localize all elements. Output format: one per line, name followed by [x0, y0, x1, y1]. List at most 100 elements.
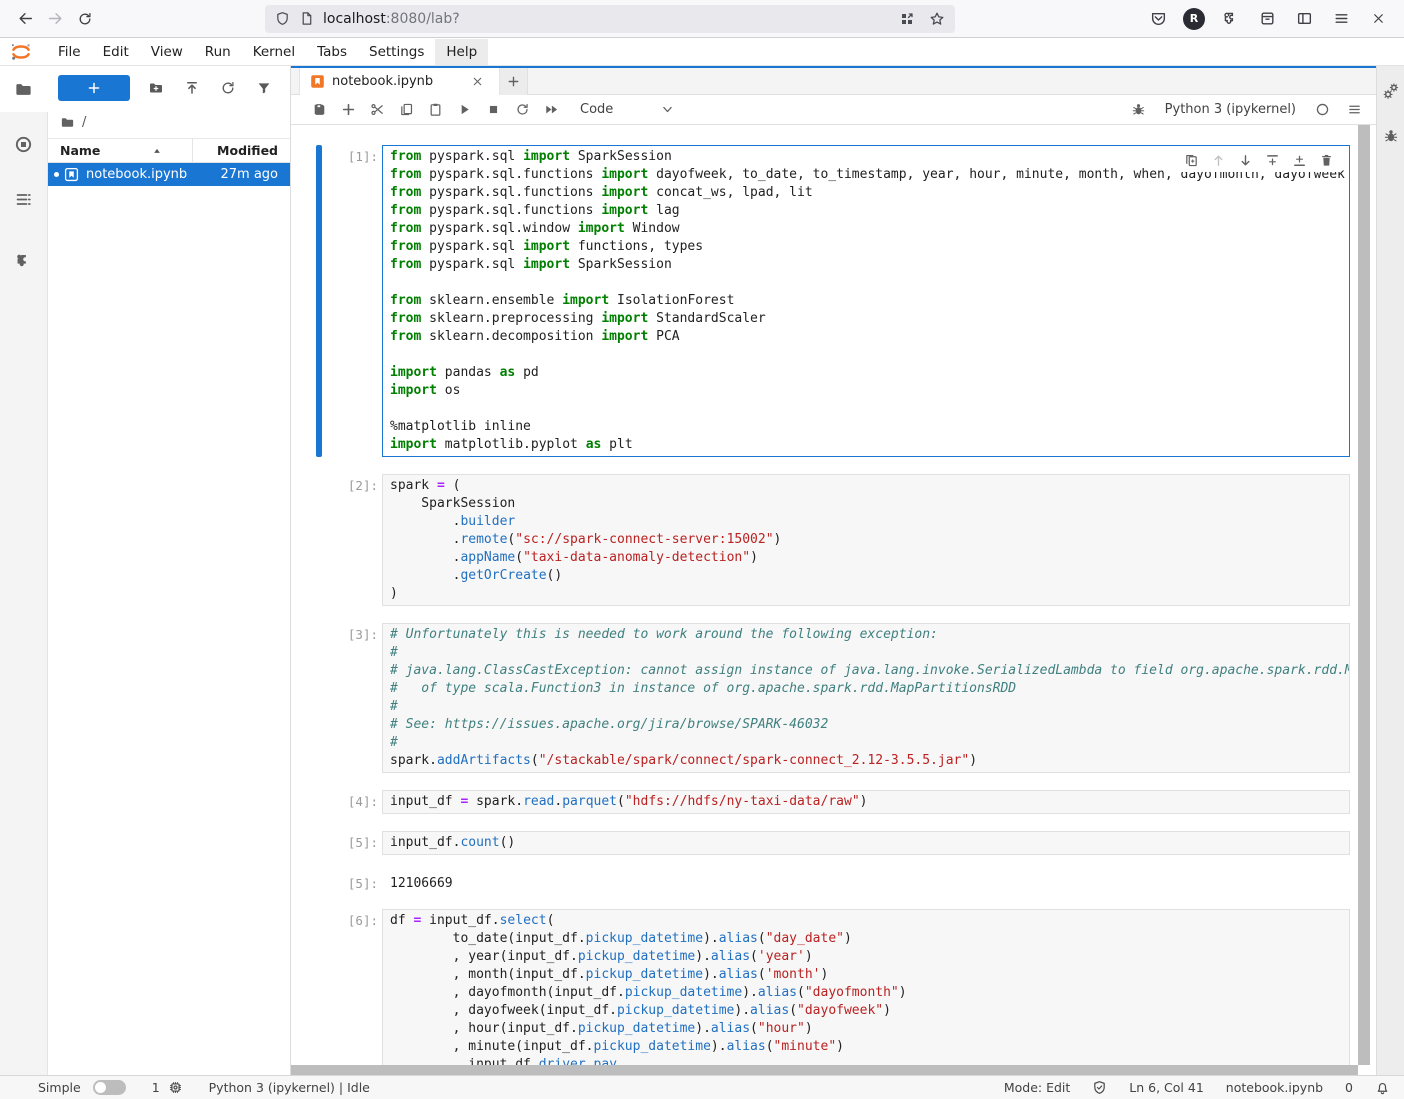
kernel-status-text[interactable]: Python 3 (ipykernel) | Idle	[209, 1080, 370, 1095]
column-modified[interactable]: Modified	[193, 143, 290, 158]
copy-button[interactable]	[392, 97, 421, 123]
cursor-position[interactable]: Ln 6, Col 41	[1129, 1080, 1204, 1095]
cell-editor[interactable]: input_df = spark.read.parquet("hdfs://hd…	[382, 790, 1350, 814]
pocket-icon[interactable]	[1146, 6, 1170, 32]
sidebar-toggle-icon[interactable]	[1292, 6, 1316, 32]
archive-icon[interactable]	[1255, 6, 1279, 32]
mode-indicator[interactable]: Mode: Edit	[1004, 1080, 1070, 1095]
cell-editor[interactable]: # Unfortunately this is needed to work a…	[382, 623, 1350, 773]
menu-edit[interactable]: Edit	[92, 39, 140, 65]
add-icon	[341, 102, 356, 117]
trusted-shield-icon	[1092, 1080, 1107, 1095]
insert-below-icon	[1292, 153, 1307, 168]
cell-type-dropdown[interactable]: Code	[580, 102, 674, 117]
run-button[interactable]	[450, 97, 479, 123]
menubar-items: FileEditViewRunKernelTabsSettingsHelp	[47, 39, 488, 65]
kernel-name[interactable]: Python 3 (ipykernel)	[1165, 102, 1296, 117]
statusbar-filename: notebook.ipynb	[1226, 1080, 1323, 1095]
menu-view[interactable]: View	[140, 39, 194, 65]
new-tab-button[interactable]	[500, 68, 528, 95]
menu-file[interactable]: File	[47, 39, 92, 65]
shield-icon	[275, 11, 290, 26]
duplicate-cell-button[interactable]	[1179, 149, 1203, 171]
menu-tabs[interactable]: Tabs	[306, 39, 358, 65]
notebook-content: [1]:from pyspark.sql import SparkSession…	[291, 125, 1376, 1075]
execution-prompt: [4]:	[322, 790, 382, 814]
save-icon	[312, 102, 327, 117]
move-down-cell-button[interactable]	[1233, 149, 1257, 171]
forward-icon[interactable]	[40, 4, 70, 34]
debugger-tab-icon[interactable]	[1383, 128, 1399, 144]
debugger-button[interactable]	[1127, 97, 1151, 123]
kernel-count[interactable]: 1	[152, 1080, 183, 1095]
sidebar-tab-extensions[interactable]	[0, 237, 48, 283]
restart-button[interactable]	[508, 97, 537, 123]
url-bar[interactable]: localhost:8080/lab?	[265, 5, 955, 33]
menu-kernel[interactable]: Kernel	[242, 39, 306, 65]
run-icon	[457, 102, 472, 117]
page-icon	[299, 11, 314, 26]
run-all-button[interactable]	[537, 97, 566, 123]
reload-icon[interactable]	[70, 4, 100, 34]
cell-editor[interactable]: input_df.count()	[382, 831, 1350, 855]
stop-button[interactable]	[479, 97, 508, 123]
refresh-button[interactable]	[210, 75, 246, 101]
menu-run[interactable]: Run	[194, 39, 242, 65]
tab-close-icon[interactable]	[471, 75, 484, 88]
code-cell-1: [1]:from pyspark.sql import SparkSession…	[291, 145, 1356, 457]
breadcrumb[interactable]: /	[48, 108, 290, 138]
close-window-icon[interactable]	[1366, 6, 1390, 32]
sidebar-tab-toc[interactable]	[0, 176, 48, 222]
toolbar-menu-button[interactable]	[1342, 97, 1366, 123]
menu-icon[interactable]	[1329, 6, 1353, 32]
add-button[interactable]	[334, 97, 363, 123]
filter-button[interactable]	[246, 75, 282, 101]
cell-editor[interactable]: from pyspark.sql import SparkSessionfrom…	[382, 145, 1350, 457]
insert-below-cell-button[interactable]	[1287, 149, 1311, 171]
chevron-down-icon	[661, 103, 674, 116]
grid-arrow-icon[interactable]	[899, 11, 915, 27]
horizontal-scrollbar[interactable]	[291, 1065, 1358, 1075]
property-inspector-icon[interactable]	[1382, 82, 1400, 100]
cell-editor[interactable]: df = input_df.select( to_date(input_df.p…	[382, 909, 1350, 1065]
vertical-scrollbar[interactable]	[1358, 125, 1370, 1065]
code-cell-7: [6]:df = input_df.select( to_date(input_…	[291, 909, 1356, 1065]
bell-icon[interactable]	[1375, 1080, 1390, 1095]
paste-button[interactable]	[421, 97, 450, 123]
save-button[interactable]	[305, 97, 334, 123]
stop-icon	[486, 102, 501, 117]
notification-count[interactable]: 0	[1345, 1080, 1353, 1095]
account-avatar[interactable]: R	[1183, 8, 1205, 30]
cut-button[interactable]	[363, 97, 392, 123]
refresh-icon	[220, 80, 236, 96]
menu-help[interactable]: Help	[435, 39, 488, 65]
move-up-cell-button[interactable]	[1206, 149, 1230, 171]
extension-icon[interactable]	[1218, 6, 1242, 32]
hamburger-icon	[1347, 102, 1362, 117]
new-folder-button[interactable]	[138, 75, 174, 101]
code-cell-4: [4]:input_df = spark.read.parquet("hdfs:…	[291, 790, 1356, 814]
screen: localhost:8080/lab? R FileEditViewRunKer…	[0, 0, 1404, 1099]
cell-editor[interactable]: spark = ( SparkSession .builder .remote(…	[382, 474, 1350, 606]
sidebar-tab-running[interactable]	[0, 121, 48, 167]
simple-mode-toggle[interactable]	[93, 1080, 126, 1095]
dock-panel: notebook.ipynb Code Python 3 (ipykernel)	[291, 66, 1376, 1075]
new-folder-icon	[148, 80, 164, 96]
sidebar-tab-filebrowser[interactable]	[0, 66, 48, 112]
column-name[interactable]: Name	[48, 139, 193, 162]
bug-icon	[1131, 102, 1146, 117]
code-cell-5: [5]:input_df.count()	[291, 831, 1356, 855]
back-icon[interactable]	[10, 4, 40, 34]
folder-icon	[14, 80, 33, 99]
bookmark-star-icon[interactable]	[929, 11, 945, 27]
upload-button[interactable]	[174, 75, 210, 101]
tab-notebook[interactable]: notebook.ipynb	[299, 68, 500, 95]
file-row-notebook[interactable]: notebook.ipynb 27m ago	[48, 163, 290, 186]
notebook-file-icon	[64, 167, 79, 182]
menu-settings[interactable]: Settings	[358, 39, 435, 65]
kernel-status-button[interactable]	[1310, 97, 1334, 123]
jupyter-menubar: FileEditViewRunKernelTabsSettingsHelp	[0, 38, 1404, 66]
new-launcher-button[interactable]	[58, 75, 130, 101]
delete-cell-button[interactable]	[1314, 149, 1338, 171]
insert-above-cell-button[interactable]	[1260, 149, 1284, 171]
